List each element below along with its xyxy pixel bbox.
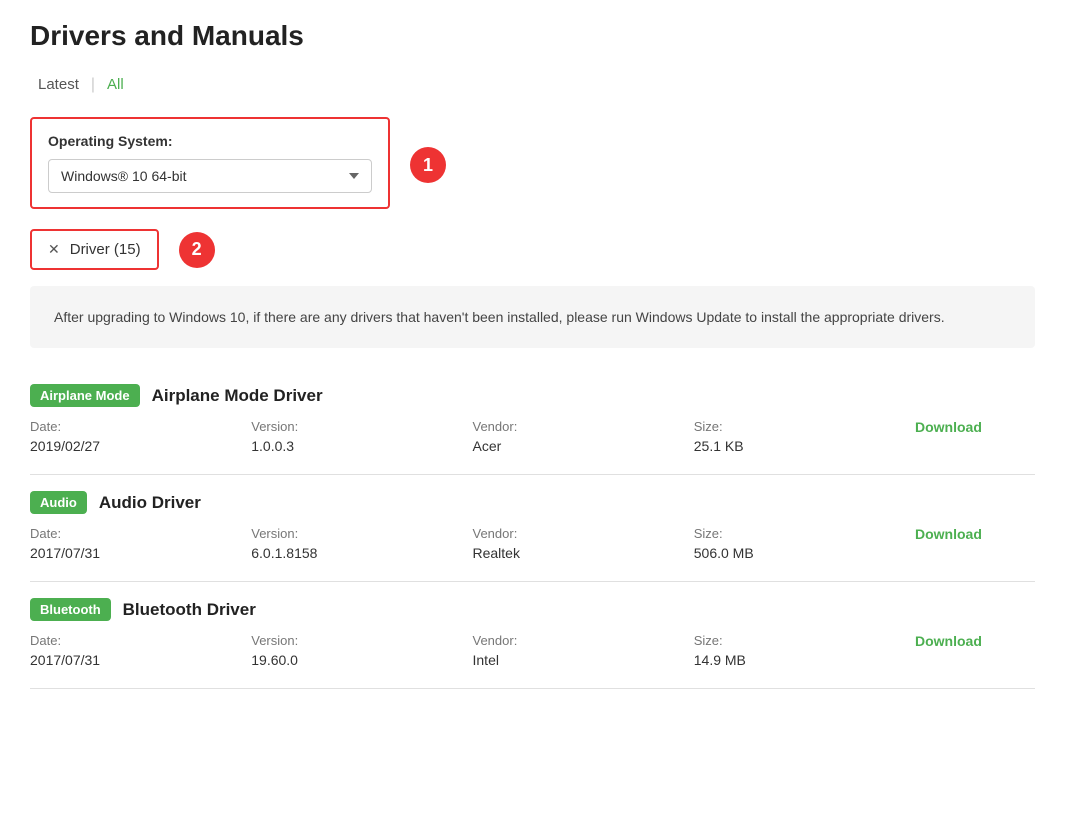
driver-name-0: Airplane Mode Driver: [152, 386, 323, 406]
driver-vendor-1: Realtek: [473, 545, 694, 561]
driver-name-2: Bluetooth Driver: [123, 600, 256, 620]
driver-entry-1: Audio Audio Driver Date: 2017/07/31 Vers…: [30, 475, 1035, 582]
driver-vendor-col-1: Vendor: Realtek: [473, 526, 694, 561]
driver-filter-label: Driver (15): [70, 241, 141, 258]
driver-size-label-2: Size:: [694, 633, 915, 648]
step-badge-2: 2: [179, 232, 215, 268]
driver-download-col-1[interactable]: Download: [915, 526, 1035, 544]
driver-size-2: 14.9 MB: [694, 652, 915, 668]
driver-date-1: 2017/07/31: [30, 545, 251, 561]
driver-date-2: 2017/07/31: [30, 652, 251, 668]
driver-list: Airplane Mode Airplane Mode Driver Date:…: [30, 368, 1035, 689]
driver-entry-0: Airplane Mode Airplane Mode Driver Date:…: [30, 368, 1035, 475]
driver-date-label-1: Date:: [30, 526, 251, 541]
driver-download-col-0[interactable]: Download: [915, 419, 1035, 437]
tab-latest[interactable]: Latest: [30, 72, 87, 97]
driver-meta-1: Date: 2017/07/31 Version: 6.0.1.8158 Ven…: [30, 526, 1035, 561]
driver-size-label-1: Size:: [694, 526, 915, 541]
tab-all[interactable]: All: [99, 72, 132, 97]
driver-date-0: 2019/02/27: [30, 438, 251, 454]
driver-header-0: Airplane Mode Airplane Mode Driver: [30, 384, 1035, 407]
driver-header-2: Bluetooth Bluetooth Driver: [30, 598, 1035, 621]
driver-meta-2: Date: 2017/07/31 Version: 19.60.0 Vendor…: [30, 633, 1035, 668]
driver-size-0: 25.1 KB: [694, 438, 915, 454]
driver-date-col-2: Date: 2017/07/31: [30, 633, 251, 668]
os-box: Operating System: Windows® 10 64-bit Win…: [30, 117, 390, 209]
driver-meta-0: Date: 2019/02/27 Version: 1.0.0.3 Vendor…: [30, 419, 1035, 454]
driver-tag-1: Audio: [30, 491, 87, 514]
driver-vendor-label-0: Vendor:: [473, 419, 694, 434]
driver-download-link-2[interactable]: Download: [915, 633, 1035, 649]
driver-vendor-col-0: Vendor: Acer: [473, 419, 694, 454]
close-icon[interactable]: ✕: [48, 241, 60, 258]
driver-version-label-0: Version:: [251, 419, 472, 434]
os-section: Operating System: Windows® 10 64-bit Win…: [30, 117, 1035, 209]
driver-date-col-1: Date: 2017/07/31: [30, 526, 251, 561]
driver-version-col-0: Version: 1.0.0.3: [251, 419, 472, 454]
driver-size-col-1: Size: 506.0 MB: [694, 526, 915, 561]
driver-size-label-0: Size:: [694, 419, 915, 434]
driver-date-label-2: Date:: [30, 633, 251, 648]
driver-download-link-0[interactable]: Download: [915, 419, 1035, 435]
driver-version-label-1: Version:: [251, 526, 472, 541]
driver-version-1: 6.0.1.8158: [251, 545, 472, 561]
driver-download-link-1[interactable]: Download: [915, 526, 1035, 542]
driver-name-1: Audio Driver: [99, 493, 201, 513]
info-message: After upgrading to Windows 10, if there …: [30, 286, 1035, 348]
driver-filter-box[interactable]: ✕ Driver (15): [30, 229, 159, 270]
driver-size-col-0: Size: 25.1 KB: [694, 419, 915, 454]
os-select[interactable]: Windows® 10 64-bit Windows® 10 32-bit Wi…: [48, 159, 372, 193]
driver-tag-2: Bluetooth: [30, 598, 111, 621]
driver-entry-2: Bluetooth Bluetooth Driver Date: 2017/07…: [30, 582, 1035, 689]
page-title: Drivers and Manuals: [30, 20, 1035, 52]
driver-version-2: 19.60.0: [251, 652, 472, 668]
driver-vendor-2: Intel: [473, 652, 694, 668]
os-label: Operating System:: [48, 133, 372, 149]
driver-version-label-2: Version:: [251, 633, 472, 648]
driver-tag-0: Airplane Mode: [30, 384, 140, 407]
driver-version-0: 1.0.0.3: [251, 438, 472, 454]
driver-size-1: 506.0 MB: [694, 545, 915, 561]
driver-filter-section: ✕ Driver (15) 2: [30, 229, 1035, 270]
driver-version-col-2: Version: 19.60.0: [251, 633, 472, 668]
driver-date-label-0: Date:: [30, 419, 251, 434]
tab-separator: |: [91, 76, 95, 94]
driver-download-col-2[interactable]: Download: [915, 633, 1035, 651]
driver-vendor-0: Acer: [473, 438, 694, 454]
driver-vendor-col-2: Vendor: Intel: [473, 633, 694, 668]
tab-bar: Latest | All: [30, 72, 1035, 97]
driver-vendor-label-1: Vendor:: [473, 526, 694, 541]
driver-version-col-1: Version: 6.0.1.8158: [251, 526, 472, 561]
driver-header-1: Audio Audio Driver: [30, 491, 1035, 514]
driver-size-col-2: Size: 14.9 MB: [694, 633, 915, 668]
driver-date-col-0: Date: 2019/02/27: [30, 419, 251, 454]
driver-vendor-label-2: Vendor:: [473, 633, 694, 648]
step-badge-1: 1: [410, 147, 446, 183]
